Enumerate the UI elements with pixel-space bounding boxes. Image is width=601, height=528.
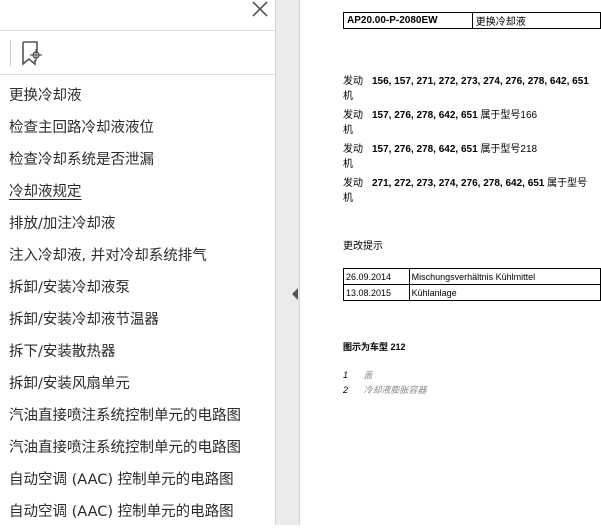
bookmark-list: 更换冷却液 检查主回路冷却液液位 检查冷却系统是否泄漏 冷却液规定 排放/加注冷却液 注入… <box>0 80 275 528</box>
change-description: Mischungsverhältnis Kühlmittel <box>408 268 601 285</box>
bookmark-item[interactable]: 拆卸/安装冷却液节温器 <box>0 304 275 336</box>
engine-numbers: 157, 276, 278, 642, 651 属于型号166 <box>367 108 537 138</box>
bookmark-item[interactable]: 拆卸/安装风扇单元 <box>0 368 275 400</box>
legend-text: 盖 <box>363 370 373 380</box>
change-notes-table: 26.09.2014 Mischungsverhältnis Kühlmitte… <box>343 268 601 301</box>
legend-item: 2 冷却液膨胀容器 <box>343 383 427 398</box>
table-row: 13.08.2015 Kühlanlage <box>343 284 601 301</box>
bookmark-item[interactable]: 汽油直接喷注系统控制单元的电路图 <box>0 400 275 432</box>
engine-model-suffix: 属于型号166 <box>480 110 538 121</box>
bookmarks-panel: 更换冷却液 检查主回路冷却液液位 检查冷却系统是否泄漏 冷却液规定 排放/加注冷却液 注入… <box>0 0 275 525</box>
engine-number-list: 157, 276, 278, 642, 651 <box>372 144 481 155</box>
engine-number-list: 271, 272, 273, 274, 276, 278, 642, 651 <box>372 178 548 189</box>
engine-numbers: 271, 272, 273, 274, 276, 278, 642, 651 属… <box>367 176 587 206</box>
bookmark-item[interactable]: 冷却液规定 <box>0 176 275 208</box>
legend-text: 冷却液膨胀容器 <box>363 385 427 395</box>
bookmark-item[interactable]: 拆卸/安装冷却液泵 <box>0 272 275 304</box>
table-row: 26.09.2014 Mischungsverhältnis Kühlmitte… <box>343 268 601 285</box>
change-description: Kühlanlage <box>408 284 601 301</box>
engine-row: 发动机 271, 272, 273, 274, 276, 278, 642, 65… <box>343 176 601 206</box>
engine-number-list: 156, 157, 271, 272, 273, 274, 276, 278, … <box>372 76 589 87</box>
bookmark-item[interactable]: 排放/加注冷却液 <box>0 208 275 240</box>
change-date: 13.08.2015 <box>343 284 410 301</box>
document-header: AP20.00-P-2080EW 更换冷却液 <box>343 12 601 29</box>
engine-label: 发动机 <box>343 178 363 204</box>
bookmark-item[interactable]: 检查主回路冷却液液位 <box>0 112 275 144</box>
change-date: 26.09.2014 <box>343 268 410 285</box>
collapse-left-icon[interactable] <box>292 288 298 300</box>
panel-header <box>0 0 275 31</box>
bookmark-item[interactable]: 自动空调 (AAC) 控制单元的电路图 <box>0 496 275 528</box>
legend-number: 2 <box>343 385 349 395</box>
bookmark-item[interactable]: 汽油直接喷注系统控制单元的电路图 <box>0 432 275 464</box>
toolbar-divider <box>10 40 11 66</box>
engine-label: 发动机 <box>343 144 363 170</box>
change-notes-heading: 更改提示 <box>343 241 383 252</box>
engine-model-suffix: 属于型号218 <box>480 144 538 155</box>
engine-numbers: 156, 157, 271, 272, 273, 274, 276, 278, … <box>367 74 589 104</box>
panel-splitter[interactable] <box>275 0 300 525</box>
engine-numbers: 157, 276, 278, 642, 651 属于型号218 <box>367 142 537 172</box>
figure-caption: 图示为车型 212 <box>343 342 406 352</box>
engine-row: 发动机 156, 157, 271, 272, 273, 274, 276, 27… <box>343 74 601 104</box>
engine-label: 发动机 <box>343 76 363 102</box>
engine-number-list: 157, 276, 278, 642, 651 <box>372 110 481 121</box>
bookmarks-toolbar <box>0 31 275 75</box>
legend-item: 1 盖 <box>343 368 427 383</box>
document-title: 更换冷却液 <box>471 12 601 29</box>
document-code: AP20.00-P-2080EW <box>343 12 473 29</box>
engine-applicability: 发动机 156, 157, 271, 272, 273, 274, 276, 27… <box>343 74 601 210</box>
bookmark-item[interactable]: 更换冷却液 <box>0 80 275 112</box>
engine-row: 发动机 157, 276, 278, 642, 651 属于型号166 <box>343 108 601 138</box>
engine-row: 发动机 157, 276, 278, 642, 651 属于型号218 <box>343 142 601 172</box>
legend-number: 1 <box>343 370 349 380</box>
bookmark-item[interactable]: 拆下/安装散热器 <box>0 336 275 368</box>
figure-legend: 1 盖 2 冷却液膨胀容器 <box>343 368 427 398</box>
bookmark-options-icon[interactable] <box>21 40 43 66</box>
close-icon[interactable] <box>250 0 270 20</box>
document-page: AP20.00-P-2080EW 更换冷却液 发动机 156, 157, 271,… <box>300 0 601 525</box>
bookmark-item[interactable]: 检查冷却系统是否泄漏 <box>0 144 275 176</box>
bookmark-item[interactable]: 自动空调 (AAC) 控制单元的电路图 <box>0 464 275 496</box>
engine-model-suffix: 属于型号 <box>547 178 588 189</box>
bookmark-item[interactable]: 注入冷却液, 并对冷却系统排气 <box>0 240 275 272</box>
engine-label: 发动机 <box>343 110 363 136</box>
